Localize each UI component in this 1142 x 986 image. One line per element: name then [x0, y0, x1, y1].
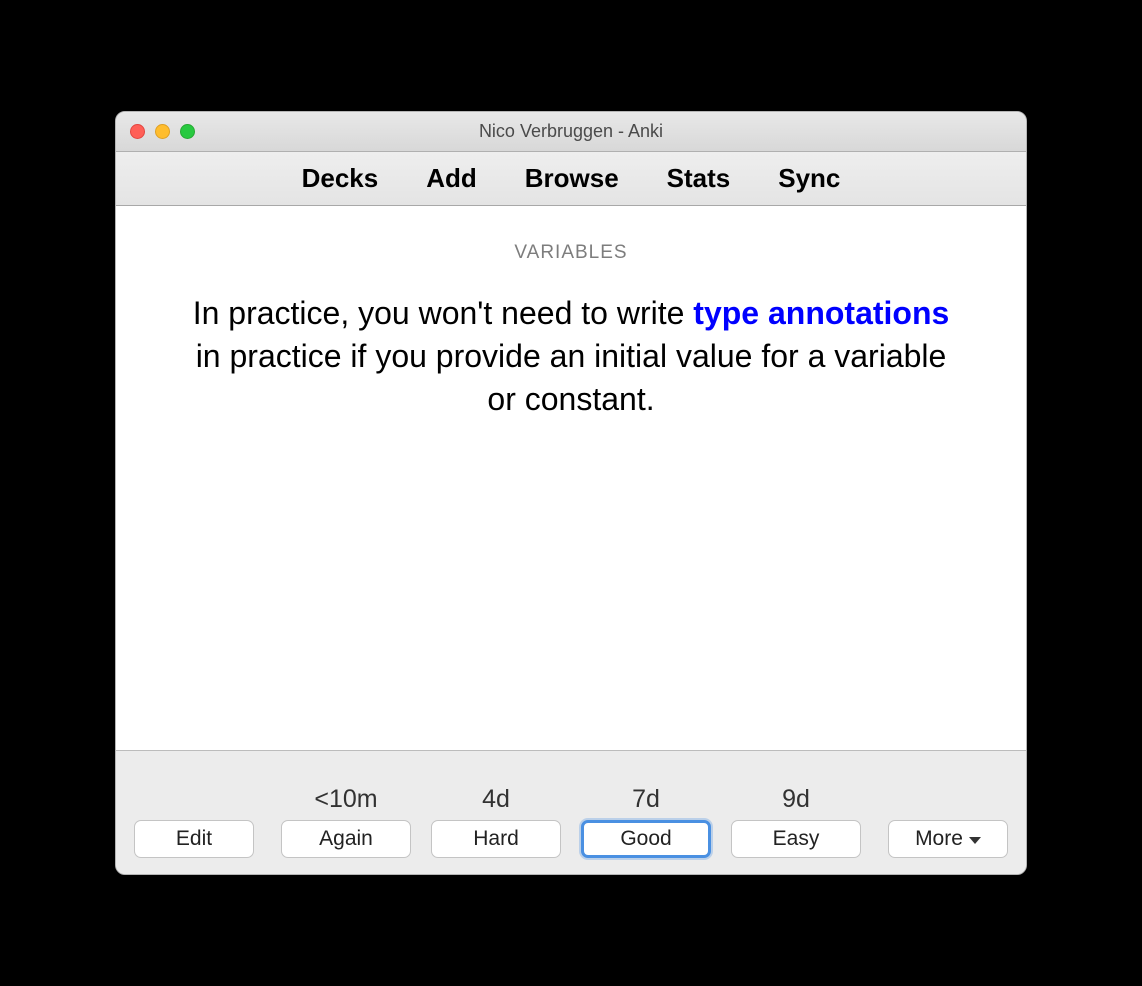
minimize-icon[interactable] — [155, 124, 170, 139]
maximize-icon[interactable] — [180, 124, 195, 139]
toolbar-sync[interactable]: Sync — [778, 163, 840, 194]
interval-hard: 4d — [482, 785, 510, 814]
toolbar-browse[interactable]: Browse — [525, 163, 619, 194]
app-window: Nico Verbruggen - Anki Decks Add Browse … — [115, 111, 1027, 875]
toolbar: Decks Add Browse Stats Sync — [116, 152, 1026, 206]
again-button[interactable]: Again — [281, 820, 411, 858]
card-text: In practice, you won't need to write typ… — [161, 292, 981, 422]
bottom-bar: Edit <10m Again 4d Hard 7d Good 9d Easy … — [116, 750, 1026, 874]
interval-good: 7d — [632, 785, 660, 814]
card-area: VARIABLES In practice, you won't need to… — [116, 206, 1026, 750]
chevron-down-icon — [969, 837, 981, 844]
interval-again: <10m — [314, 785, 377, 814]
card-cloze: type annotations — [693, 295, 949, 331]
answer-col-easy: 9d Easy — [731, 785, 861, 858]
hard-button[interactable]: Hard — [431, 820, 561, 858]
card-category: VARIABLES — [514, 242, 627, 264]
easy-button[interactable]: Easy — [731, 820, 861, 858]
titlebar: Nico Verbruggen - Anki — [116, 112, 1026, 152]
good-button[interactable]: Good — [581, 820, 711, 858]
traffic-lights — [116, 124, 195, 139]
interval-easy: 9d — [782, 785, 810, 814]
more-button[interactable]: More — [888, 820, 1008, 858]
edit-button[interactable]: Edit — [134, 820, 254, 858]
close-icon[interactable] — [130, 124, 145, 139]
answer-col-again: <10m Again — [281, 785, 411, 858]
toolbar-decks[interactable]: Decks — [302, 163, 379, 194]
card-text-before: In practice, you won't need to write — [193, 295, 694, 331]
more-button-label: More — [915, 827, 963, 851]
toolbar-add[interactable]: Add — [426, 163, 477, 194]
window-title: Nico Verbruggen - Anki — [116, 121, 1026, 142]
answer-buttons: <10m Again 4d Hard 7d Good 9d Easy — [281, 785, 861, 858]
answer-col-good: 7d Good — [581, 785, 711, 858]
card-text-after: in practice if you provide an initial va… — [196, 338, 947, 417]
answer-col-hard: 4d Hard — [431, 785, 561, 858]
toolbar-stats[interactable]: Stats — [667, 163, 731, 194]
